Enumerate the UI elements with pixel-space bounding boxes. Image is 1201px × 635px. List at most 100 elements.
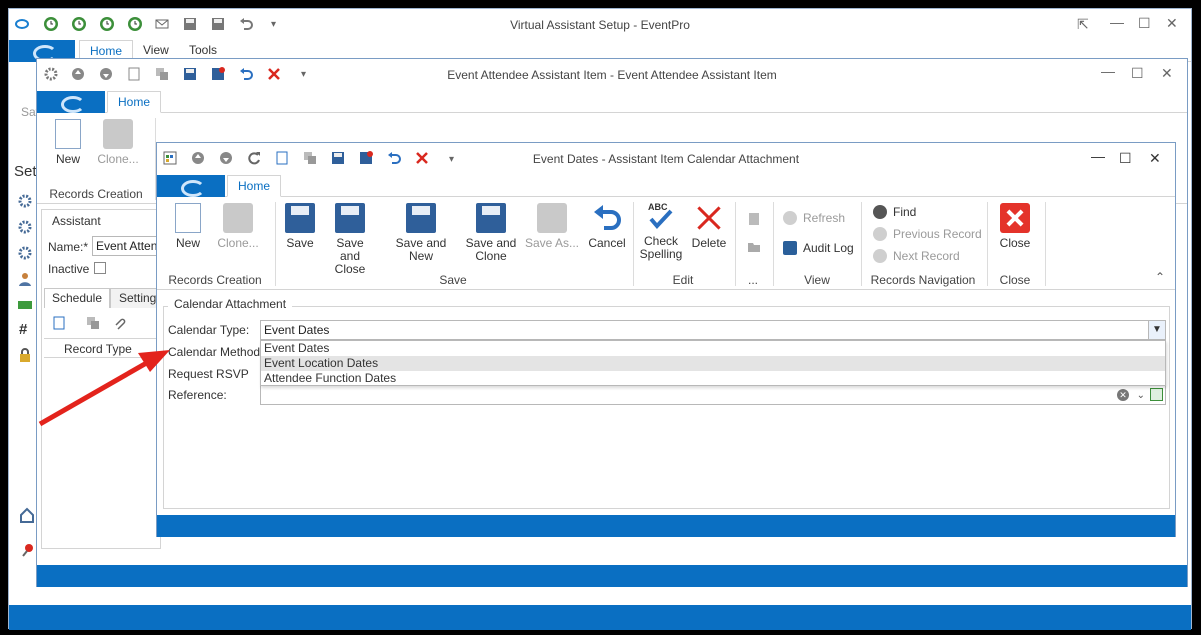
chevron-down-icon[interactable]: ▼ — [1148, 321, 1165, 339]
folder-icon[interactable] — [747, 240, 761, 254]
records-creation-group-label: Records Creation — [168, 273, 262, 287]
minimize-icon[interactable]: — — [1110, 15, 1124, 29]
save-and-clone-button[interactable]: Save and Clone — [465, 203, 517, 263]
delete-button[interactable]: Delete — [689, 203, 729, 250]
grid-header: Record Type — [44, 338, 162, 358]
save-button[interactable]: Save — [281, 203, 319, 250]
close-group-label: Close — [999, 273, 1031, 287]
gear-icon[interactable] — [17, 193, 33, 209]
calendar-type-select[interactable]: Event Dates ▼ — [260, 320, 1166, 340]
new-button[interactable]: New — [51, 119, 85, 166]
calendar-type-dropdown: Event Dates Event Location Dates Attende… — [260, 340, 1166, 386]
save-and-close-button[interactable]: Save and Close — [325, 203, 375, 276]
dialog-ribbon: New Clone... Records Creation Save Save … — [157, 198, 1175, 290]
schedule-tab[interactable]: Schedule — [44, 288, 110, 308]
close-icon[interactable]: ✕ — [1161, 66, 1173, 80]
maximize-icon[interactable]: ☐ — [1119, 151, 1132, 165]
tab-home[interactable]: Home — [107, 91, 162, 113]
refresh-button[interactable]: Refresh — [783, 210, 845, 226]
close-icon[interactable]: ✕ — [1149, 151, 1161, 165]
calendar-attachment-panel: Calendar Attachment Calendar Type: Event… — [163, 297, 1170, 509]
reference-field[interactable]: ✕ ⌄ — [260, 385, 1166, 405]
reference-label: Reference: — [168, 388, 227, 402]
request-rsvp-label: Request RSVP — [168, 367, 249, 381]
dialog-statusbar — [157, 515, 1175, 537]
save-as-icon — [537, 203, 567, 233]
save-icon — [285, 203, 315, 233]
mid-title: Event Attendee Assistant Item - Event At… — [447, 68, 777, 82]
main-titlebar: ▾ Virtual Assistant Setup - EventPro ⇱ —… — [9, 9, 1191, 39]
ribbon-separator — [1045, 202, 1046, 286]
previous-record-button[interactable]: Previous Record — [873, 226, 982, 242]
mid-statusbar — [37, 565, 1187, 587]
name-field[interactable]: Event Attend — [92, 236, 162, 256]
more-group-label: ... — [747, 273, 758, 287]
records-creation-group: Records Creation — [49, 187, 143, 201]
clone-button[interactable]: Clone... — [93, 119, 143, 166]
clone-button[interactable]: Clone... — [213, 203, 263, 250]
collapse-ribbon-icon[interactable]: ⌃ — [1155, 270, 1165, 284]
arrow-up-icon — [873, 227, 887, 241]
edit-group-label: Edit — [672, 273, 694, 287]
clone-icon — [103, 119, 133, 149]
dialog-tabbar: Home — [157, 175, 1175, 197]
inactive-checkbox[interactable] — [94, 262, 106, 274]
view-group-label: View — [804, 273, 830, 287]
dropdown-option[interactable]: Event Dates — [261, 341, 1165, 356]
clone-icon[interactable] — [86, 316, 100, 330]
new-button[interactable]: New — [171, 203, 205, 250]
home-icon[interactable] — [19, 507, 35, 523]
tab-home[interactable]: Home — [227, 175, 282, 197]
inactive-label: Inactive — [48, 262, 90, 276]
gear-icon[interactable] — [17, 219, 33, 235]
lookup-icon[interactable] — [1150, 388, 1163, 401]
report-icon[interactable] — [747, 212, 761, 226]
minimize-icon[interactable]: — — [1101, 64, 1115, 78]
file-menu-button[interactable] — [157, 175, 225, 197]
record-type-column[interactable]: Record Type — [64, 342, 132, 356]
dialog-titlebar: ▾ Event Dates - Assistant Item Calendar … — [157, 143, 1175, 173]
maximize-icon[interactable]: ☐ — [1131, 66, 1144, 80]
spellcheck-icon: ABC — [648, 202, 673, 229]
money-icon[interactable] — [17, 297, 33, 313]
dropdown-option[interactable]: Attendee Function Dates — [261, 371, 1165, 386]
new-document-icon[interactable] — [52, 316, 66, 330]
save-clone-icon — [476, 203, 506, 233]
close-button[interactable]: Close — [995, 203, 1035, 250]
refresh-icon — [783, 211, 797, 225]
pushpin-icon[interactable] — [21, 543, 35, 557]
main-title: Virtual Assistant Setup - EventPro — [510, 18, 690, 32]
minimize-icon[interactable]: — — [1091, 149, 1105, 163]
attachment-icon[interactable] — [112, 316, 126, 330]
assistant-panel: Assistant Name:* Event Attend Inactive S… — [41, 209, 162, 549]
dropdown-option-highlighted[interactable]: Event Location Dates — [261, 356, 1165, 371]
name-label: Name:* — [48, 240, 89, 254]
save-as-button[interactable]: Save As... — [523, 203, 581, 250]
arrow-down-icon — [873, 249, 887, 263]
calendar-method-label: Calendar Method: — [168, 345, 264, 359]
pin-icon[interactable]: ⇱ — [1077, 17, 1089, 31]
calendar-type-value: Event Dates — [264, 323, 330, 337]
records-navigation-group-label: Records Navigation — [870, 273, 976, 287]
file-menu-button[interactable] — [37, 91, 105, 113]
close-icon[interactable]: ✕ — [1166, 16, 1178, 30]
save-close-icon — [335, 203, 365, 233]
hash-icon[interactable]: # — [19, 321, 27, 338]
find-button[interactable]: Find — [873, 204, 916, 220]
audit-log-button[interactable]: Audit Log — [783, 240, 854, 256]
binoculars-icon — [873, 205, 887, 219]
clear-icon[interactable]: ✕ — [1117, 389, 1129, 401]
user-icon[interactable] — [17, 271, 33, 287]
clone-icon — [223, 203, 253, 233]
settings-tab[interactable]: Settings — [110, 288, 162, 308]
save-group-label: Save — [439, 273, 467, 287]
maximize-icon[interactable]: ☐ — [1138, 16, 1151, 30]
gear-icon[interactable] — [17, 245, 33, 261]
cancel-button[interactable]: Cancel — [587, 203, 627, 250]
section-title: Calendar Attachment — [168, 297, 293, 311]
save-and-new-button[interactable]: Save and New — [383, 203, 459, 263]
next-record-button[interactable]: Next Record — [873, 248, 960, 264]
lock-icon[interactable] — [17, 347, 33, 363]
check-spelling-button[interactable]: ABC Check Spelling — [639, 201, 683, 261]
chevron-down-icon[interactable]: ⌄ — [1137, 387, 1145, 405]
